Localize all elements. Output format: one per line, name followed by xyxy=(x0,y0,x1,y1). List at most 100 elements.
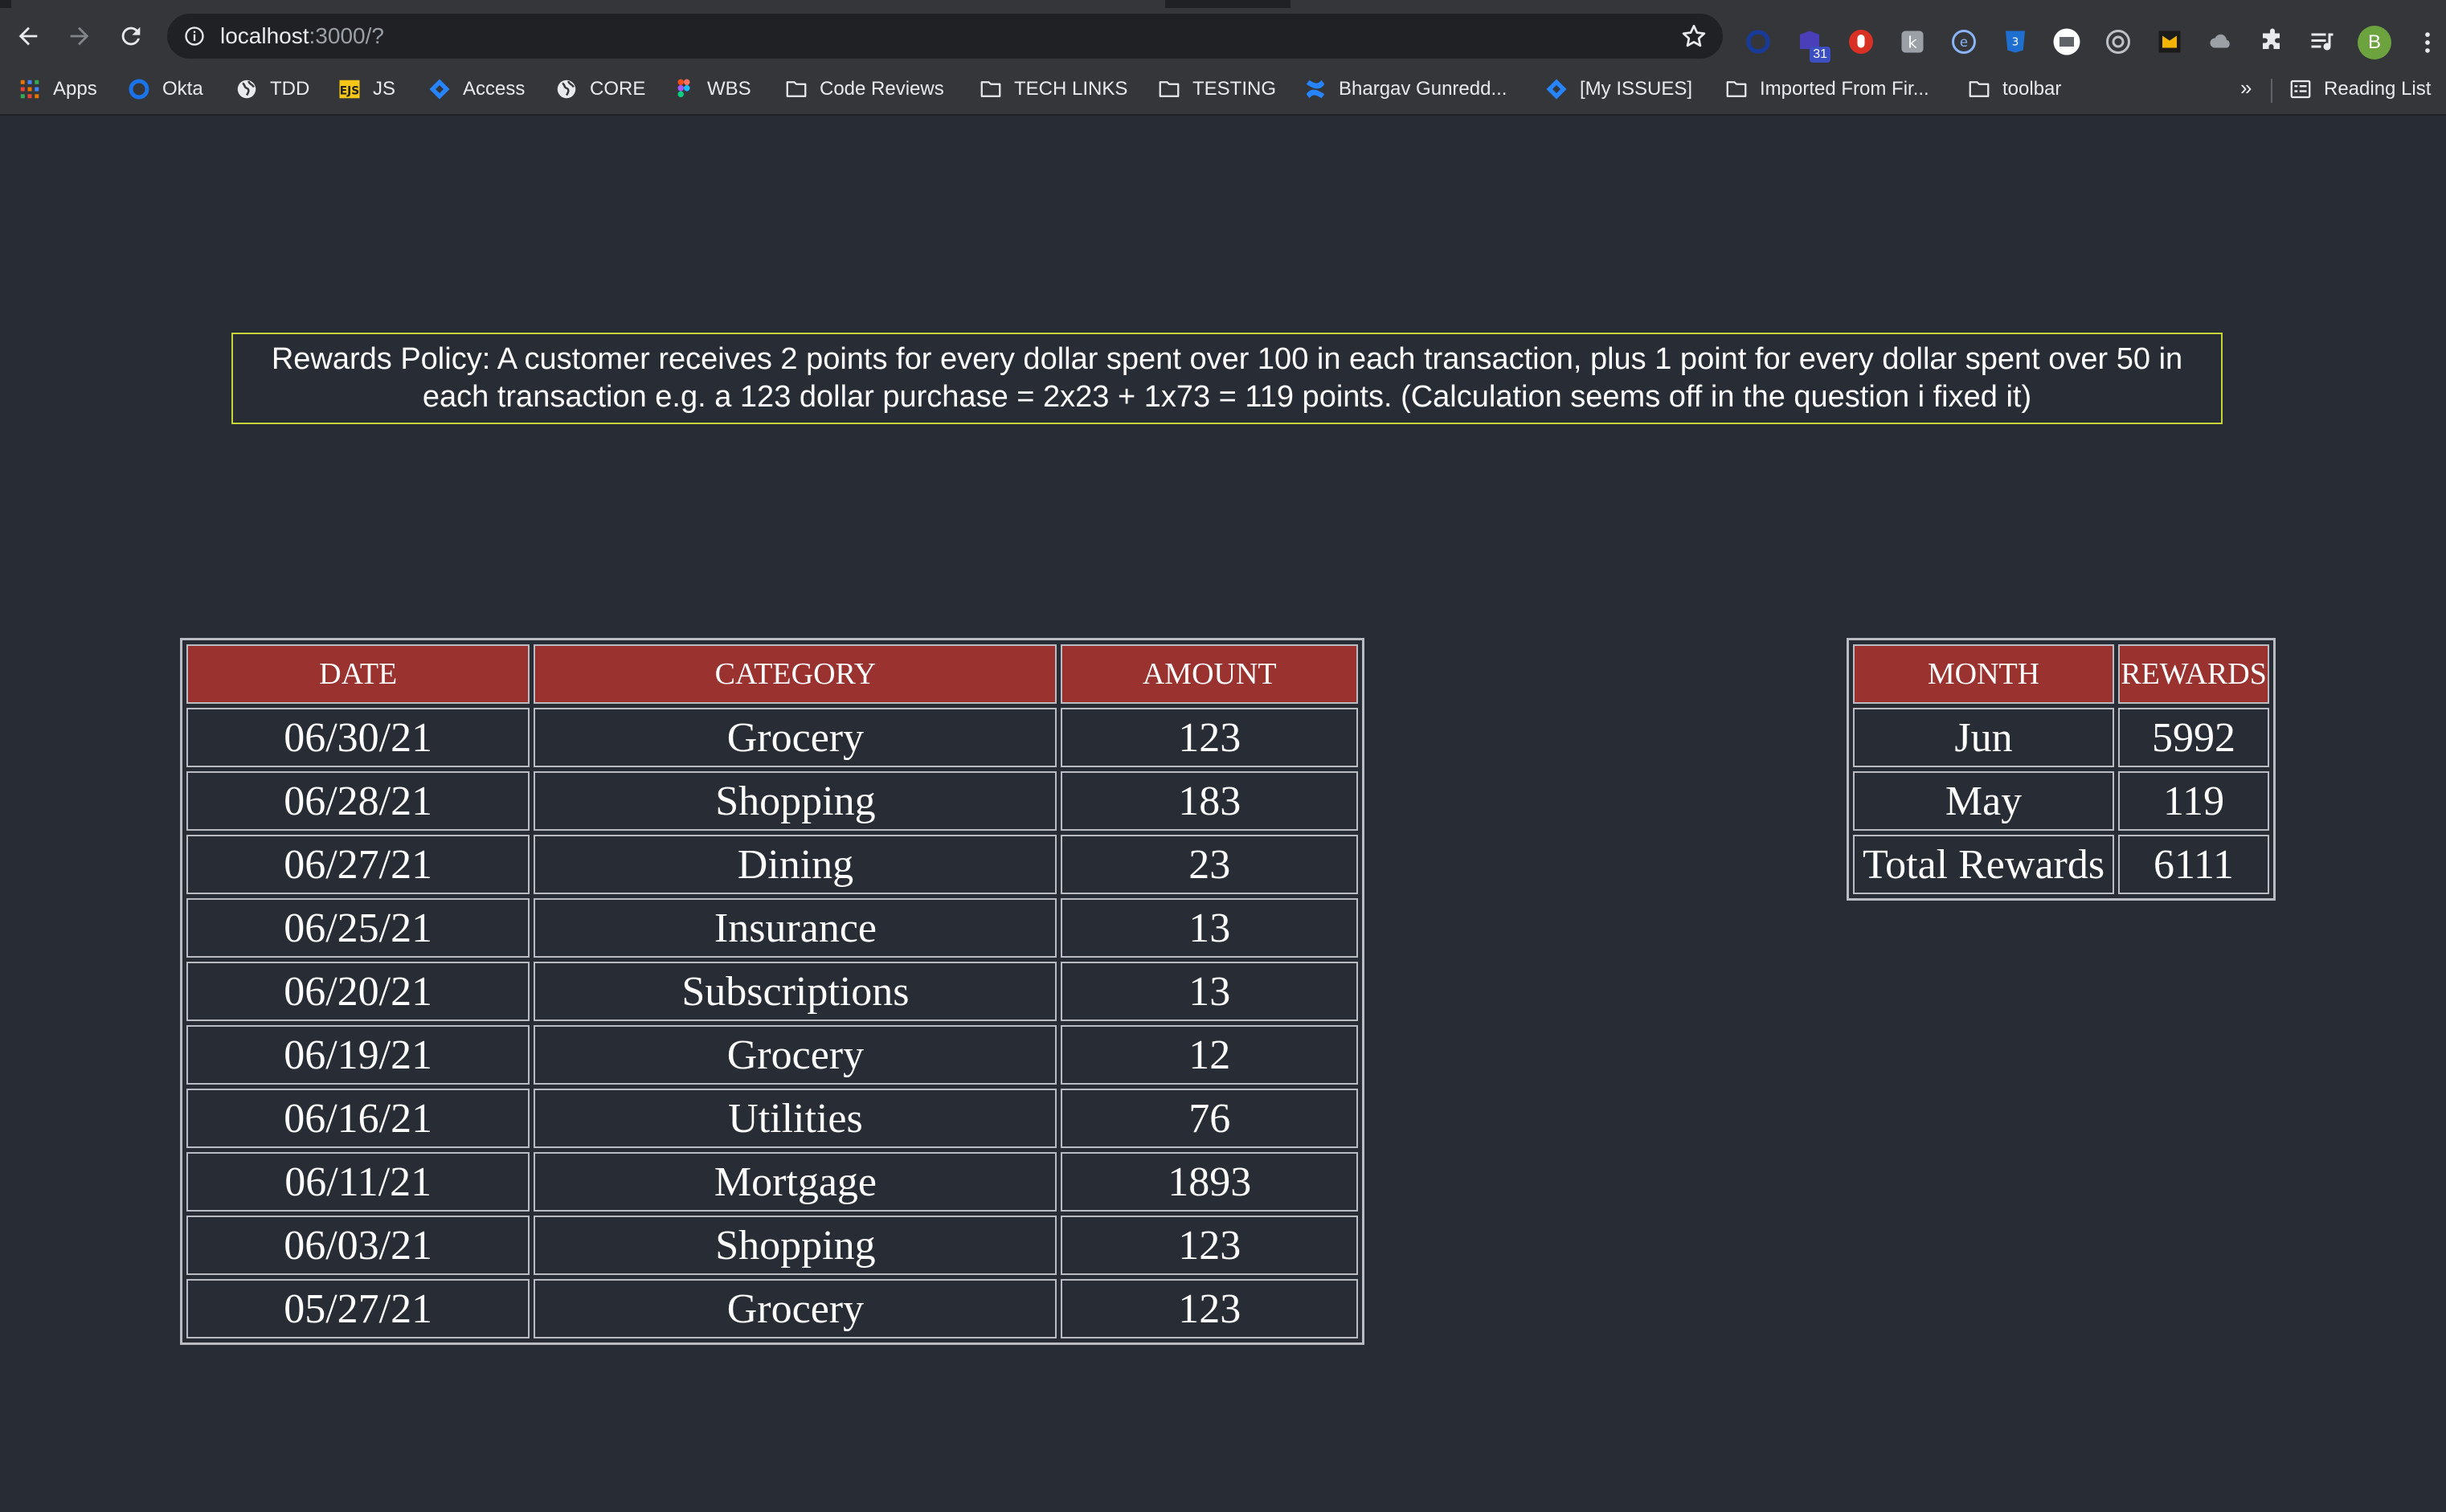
transaction-row: 05/27/21 Grocery 123 xyxy=(186,1279,1358,1338)
date-cell: 05/27/21 xyxy=(186,1279,530,1338)
media-control-icon[interactable] xyxy=(2306,26,2338,58)
amount-cell: 1893 xyxy=(1061,1152,1358,1212)
rewards-cell: 5992 xyxy=(2118,708,2269,767)
bookmarks-separator xyxy=(2271,79,2272,103)
bookmark-0[interactable]: Apps xyxy=(18,76,97,103)
bookmarks-bar: » Reading List Apps Okta TDD EJS JS Access COR… xyxy=(0,64,2446,116)
extension-figure-icon[interactable] xyxy=(2154,26,2186,58)
transactions-table: DATE CATEGORY AMOUNT 06/30/21 Grocery 123 0… xyxy=(180,638,1364,1345)
category-cell: Mortgage xyxy=(534,1152,1057,1212)
bookmark-11[interactable]: [My ISSUES] xyxy=(1544,76,1692,103)
bookmark-12[interactable]: Imported From Fir... xyxy=(1724,76,1929,103)
bookmark-2[interactable]: TDD xyxy=(235,76,309,103)
bookmark-label: CORE xyxy=(590,78,646,100)
extension-target-icon[interactable] xyxy=(2102,26,2134,58)
bookmark-9[interactable]: TESTING xyxy=(1157,76,1276,103)
jira-icon xyxy=(427,77,463,101)
bookmark-10[interactable]: Bhargav Gunredd... xyxy=(1303,76,1507,103)
reload-icon xyxy=(121,27,141,46)
month-column-header: MONTH xyxy=(1853,644,2115,704)
bookmark-label: TECH LINKS xyxy=(1014,78,1128,100)
amount-cell: 13 xyxy=(1061,898,1358,958)
category-cell: Dining xyxy=(534,835,1057,894)
amount-cell: 12 xyxy=(1061,1025,1358,1085)
bookmark-13[interactable]: toolbar xyxy=(1967,76,2061,103)
reload-button[interactable] xyxy=(112,18,149,55)
rewards-row: Jun 5992 xyxy=(1853,708,2269,767)
category-cell: Insurance xyxy=(534,898,1057,958)
extension-hand-icon[interactable] xyxy=(1845,26,1877,58)
category-cell: Shopping xyxy=(534,771,1057,831)
date-column-header: DATE xyxy=(186,644,530,704)
profile-avatar[interactable]: B xyxy=(2358,26,2391,59)
extension-e-icon[interactable]: e xyxy=(1948,26,1980,58)
bookmark-6[interactable]: WBS xyxy=(672,76,751,103)
category-cell: Grocery xyxy=(534,1279,1057,1338)
date-cell: 06/16/21 xyxy=(186,1089,530,1148)
extensions-puzzle-icon[interactable] xyxy=(2256,26,2289,58)
apps-grid-icon xyxy=(18,77,53,101)
browser-toolbar: localhost:3000/? 31 k e 3 B xyxy=(0,8,2446,64)
category-cell: Grocery xyxy=(534,708,1057,767)
forward-button[interactable] xyxy=(61,18,98,55)
month-cell: Jun xyxy=(1853,708,2115,767)
ejs-icon: EJS xyxy=(337,77,373,101)
extension-cloud-icon[interactable] xyxy=(2205,26,2237,58)
inactive-tab-edge[interactable] xyxy=(1290,0,2446,8)
bookmark-label: WBS xyxy=(707,78,751,100)
svg-text:k: k xyxy=(1908,34,1917,52)
site-info-icon[interactable] xyxy=(183,25,206,47)
bookmark-star-icon[interactable] xyxy=(1679,22,1708,51)
amount-column-header: AMOUNT xyxy=(1061,644,1358,704)
bookmark-label: Imported From Fir... xyxy=(1760,78,1929,100)
total-rewards-row: Total Rewards 6111 xyxy=(1853,835,2269,894)
extension-calendar-icon[interactable]: 31 xyxy=(1794,26,1830,63)
extension-css-icon[interactable]: 3 xyxy=(1999,26,2031,58)
bookmark-4[interactable]: Access xyxy=(427,76,525,103)
reading-list-label: Reading List xyxy=(2324,78,2432,100)
month-cell: May xyxy=(1853,771,2115,831)
okta-icon xyxy=(127,77,162,101)
date-cell: 06/27/21 xyxy=(186,835,530,894)
url-path: :3000/? xyxy=(309,23,384,48)
active-tab-edge[interactable] xyxy=(11,0,1165,8)
category-cell: Subscriptions xyxy=(534,962,1057,1021)
bookmark-3[interactable]: EJS JS xyxy=(337,76,395,103)
bookmark-label: Okta xyxy=(162,78,203,100)
amount-cell: 123 xyxy=(1061,1216,1358,1275)
globe-icon xyxy=(235,77,270,101)
rewards-policy-box: Rewards Policy: A customer receives 2 po… xyxy=(231,333,2223,424)
amount-cell: 76 xyxy=(1061,1089,1358,1148)
bookmark-5[interactable]: CORE xyxy=(554,76,645,103)
date-cell: 06/20/21 xyxy=(186,962,530,1021)
rewards-cell: 6111 xyxy=(2118,835,2269,894)
transactions-header-row: DATE CATEGORY AMOUNT xyxy=(186,644,1358,704)
address-bar[interactable]: localhost:3000/? xyxy=(167,14,1723,59)
bookmark-label: toolbar xyxy=(2002,78,2062,100)
folder-icon xyxy=(784,77,820,101)
confluence-icon xyxy=(1303,77,1339,101)
extension-k-icon[interactable]: k xyxy=(1896,26,1929,58)
back-button[interactable] xyxy=(10,18,47,55)
bookmark-label: Code Reviews xyxy=(820,78,944,100)
date-cell: 06/19/21 xyxy=(186,1025,530,1085)
extension-circle-icon[interactable] xyxy=(1742,26,1774,58)
transaction-row: 06/16/21 Utilities 76 xyxy=(186,1089,1358,1148)
transaction-row: 06/11/21 Mortgage 1893 xyxy=(186,1152,1358,1212)
chrome-menu-icon[interactable] xyxy=(2414,26,2441,59)
transaction-row: 06/20/21 Subscriptions 13 xyxy=(186,962,1358,1021)
reading-list-button[interactable]: Reading List xyxy=(2289,76,2431,103)
bookmark-8[interactable]: TECH LINKS xyxy=(979,76,1127,103)
rewards-column-header: REWARDS xyxy=(2118,644,2269,704)
folder-icon xyxy=(1724,77,1760,101)
date-cell: 06/03/21 xyxy=(186,1216,530,1275)
extension-badge: 31 xyxy=(1810,47,1830,63)
extension-screenshot-icon[interactable] xyxy=(2051,26,2083,58)
folder-icon xyxy=(1157,77,1192,101)
bookmark-1[interactable]: Okta xyxy=(127,76,203,103)
svg-text:3: 3 xyxy=(2012,36,2019,49)
folder-icon xyxy=(1967,77,2002,101)
bookmark-7[interactable]: Code Reviews xyxy=(784,76,944,103)
url-text[interactable]: localhost:3000/? xyxy=(220,23,384,49)
bookmarks-overflow-button[interactable]: » xyxy=(2240,76,2252,100)
